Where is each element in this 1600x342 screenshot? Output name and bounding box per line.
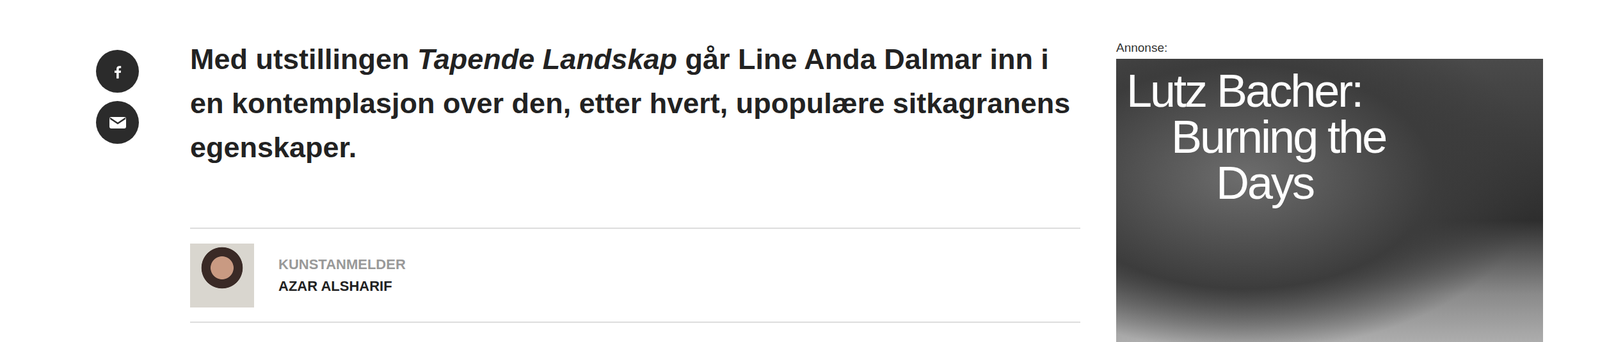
- ad-title-line: Lutz Bacher:: [1126, 67, 1533, 114]
- share-bar: [96, 0, 139, 144]
- author-name[interactable]: AZAR ALSHARIF: [278, 278, 406, 296]
- email-share-button[interactable]: [96, 101, 139, 144]
- author-byline: KUNSTANMELDER AZAR ALSHARIF: [190, 227, 1081, 324]
- author-avatar: [190, 243, 255, 308]
- ad-title-line: Days: [1126, 160, 1533, 207]
- exhibition-title: Tapende Landskap: [417, 42, 678, 76]
- ad-title-line: Burning the: [1126, 113, 1533, 160]
- article-main: Med utstillingen Tapende Landskap går Li…: [190, 0, 1081, 324]
- facebook-share-button[interactable]: [96, 49, 139, 93]
- facebook-icon: [109, 63, 127, 80]
- ad-banner[interactable]: Lutz Bacher:Burning theDays: [1116, 58, 1544, 342]
- ad-column: Annonse: Lutz Bacher:Burning theDays: [1116, 0, 1544, 342]
- author-role: KUNSTANMELDER: [278, 256, 406, 274]
- article-page: Med utstillingen Tapende Landskap går Li…: [0, 0, 1600, 342]
- envelope-icon: [108, 115, 128, 131]
- article-lead: Med utstillingen Tapende Landskap går Li…: [190, 37, 1081, 170]
- lead-text: Med utstillingen: [190, 42, 418, 76]
- ad-label: Annonse:: [1116, 40, 1544, 56]
